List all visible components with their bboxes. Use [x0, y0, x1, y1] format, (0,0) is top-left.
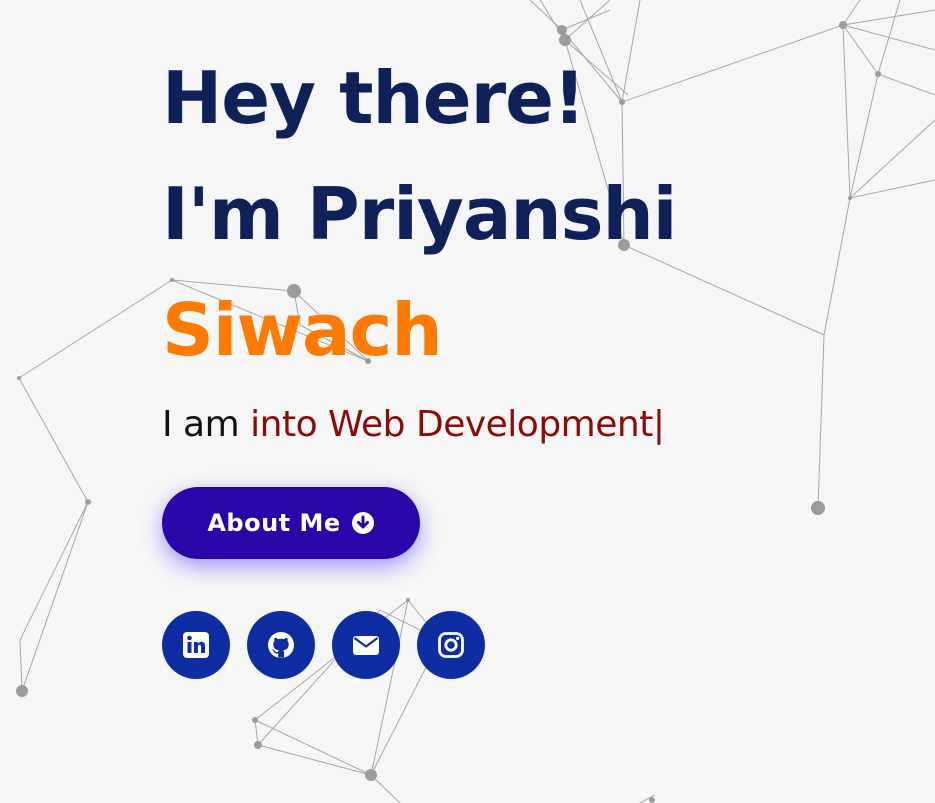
instagram-link[interactable]: [417, 611, 485, 679]
typing-line: I am into Web Development|: [162, 404, 676, 445]
github-link[interactable]: [247, 611, 315, 679]
linkedin-link[interactable]: [162, 611, 230, 679]
arrow-circle-down-icon: [351, 511, 375, 535]
instagram-icon: [438, 632, 464, 658]
about-me-button[interactable]: About Me: [162, 487, 420, 559]
github-icon: [268, 632, 294, 658]
typed-text: into Web Development: [250, 404, 653, 445]
greeting-text: Hey there!: [162, 56, 586, 140]
linkedin-icon: [183, 632, 209, 658]
typing-cursor: |: [652, 404, 665, 445]
about-me-button-label: About Me: [207, 509, 341, 537]
email-link[interactable]: [332, 611, 400, 679]
social-links: [162, 611, 676, 679]
hero-heading: Hey there! I'm Priyanshi Siwach: [162, 40, 677, 388]
surname-text: Siwach: [162, 288, 443, 372]
envelope-icon: [353, 636, 379, 655]
intro-text: I'm Priyanshi: [162, 172, 677, 256]
hero-section: Hey there! I'm Priyanshi Siwach I am int…: [162, 40, 677, 679]
typing-prefix: I am: [162, 404, 251, 445]
